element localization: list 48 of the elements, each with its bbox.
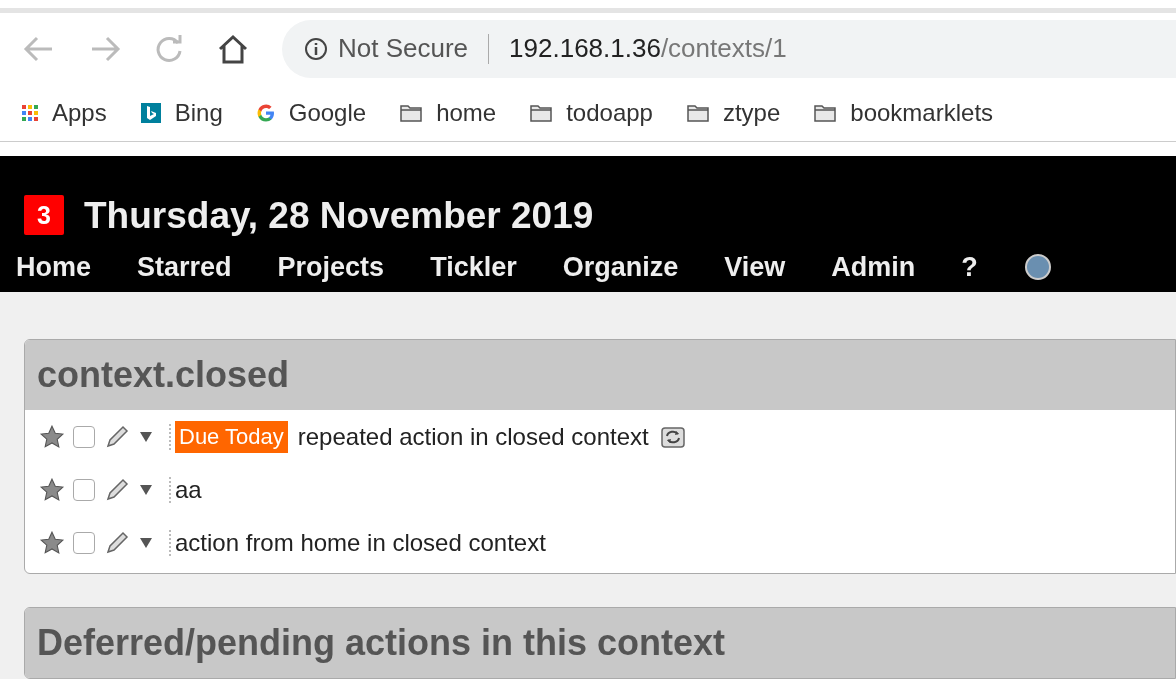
panel-title: context.closed [37,353,290,397]
due-label: Due Today [175,420,288,453]
folder-icon [686,103,709,122]
home-icon[interactable] [216,32,250,65]
bookmark-item[interactable]: ztype [686,94,781,131]
bookmark-item[interactable]: Google [256,94,367,131]
bookmark-item[interactable]: bookmarklets [814,94,994,131]
drag-handle[interactable] [169,423,173,450]
dropdown-triangle-icon[interactable] [139,483,153,496]
panel-title: Deferred/pending actions in this context [37,621,726,665]
checkbox[interactable] [73,425,95,448]
url-text: 192.168.1.36/contexts/1 [509,32,787,66]
address-bar[interactable]: Not Secure 192.168.1.36/contexts/1 [282,19,1176,78]
folder-icon [814,103,837,122]
folder-icon [530,103,553,122]
menu-link[interactable]: View [724,247,786,288]
g-logo-icon [256,103,275,122]
security-label: Not Secure [338,32,469,66]
folder-icon [400,103,423,122]
drag-handle[interactable] [169,476,173,503]
bookmark-item[interactable]: todoapp [530,94,653,131]
dropdown-triangle-icon[interactable] [139,536,153,549]
star-icon[interactable] [39,423,65,450]
bookmark-item[interactable]: Apps [22,94,107,131]
drag-handle[interactable] [169,529,173,556]
menu-link[interactable]: Home [16,247,91,288]
checkbox[interactable] [73,531,95,554]
menu-link[interactable]: Starred [137,247,232,288]
apps-grid-icon [22,104,38,121]
b-logo-icon [140,102,161,123]
checkbox[interactable] [73,478,95,501]
menu-link[interactable]: ? [961,247,978,288]
star-icon[interactable] [39,529,65,556]
menu-link[interactable]: Admin [831,247,916,288]
menu-link[interactable]: Organize [562,247,679,288]
globe-icon[interactable] [1023,253,1052,282]
action-description[interactable]: action from home in closed context [175,524,546,561]
star-icon[interactable] [39,476,65,503]
action-description[interactable]: aa [175,471,202,508]
count-badge: 3 [24,195,64,236]
current-date: Thursday, 28 November 2019 [84,193,594,238]
dropdown-triangle-icon[interactable] [139,430,153,443]
info-icon [304,36,328,61]
action-description[interactable]: repeated action in closed context [297,418,649,455]
bookmark-item[interactable]: Bing [140,94,223,131]
bookmark-item[interactable]: home [400,94,497,131]
menu-link[interactable]: Projects [277,247,385,288]
menu-link[interactable]: Tickler [430,247,517,288]
